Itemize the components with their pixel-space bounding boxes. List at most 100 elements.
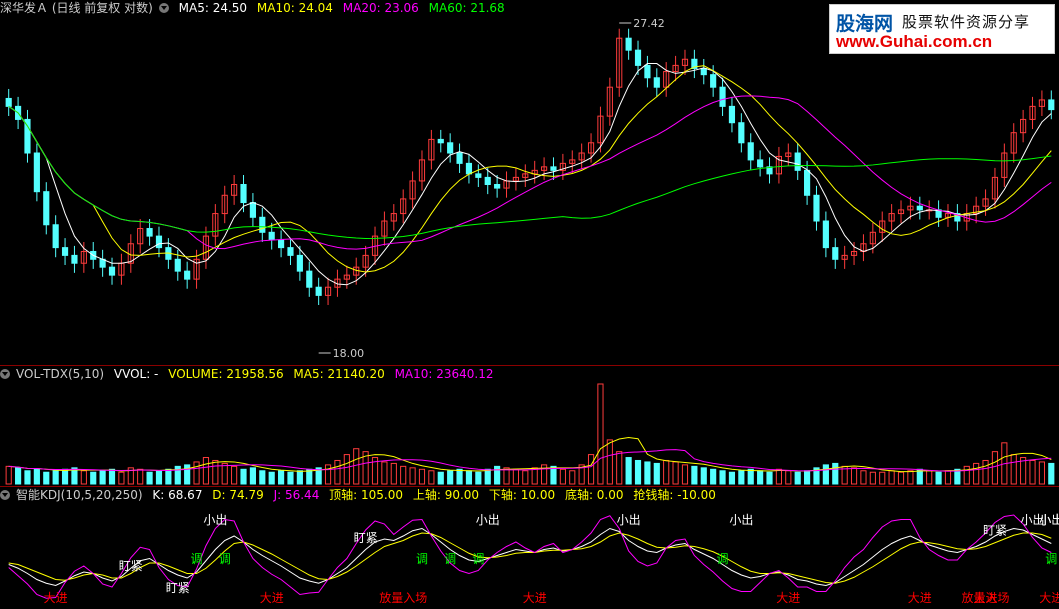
volume-bar	[804, 470, 811, 485]
volume-bar	[231, 465, 238, 485]
candlestick	[306, 270, 313, 288]
volume-bar	[24, 470, 31, 485]
volume-bar	[353, 448, 360, 485]
volume-bar	[249, 467, 256, 485]
ma5-line	[8, 63, 1052, 286]
volume-bar	[935, 471, 942, 485]
volume-bar	[278, 470, 285, 485]
kdj-signal-label: 大进	[908, 591, 932, 605]
candlestick	[747, 142, 754, 161]
volume-bar	[832, 462, 839, 485]
volume-bar	[710, 468, 717, 485]
dropdown-icon[interactable]	[0, 490, 10, 500]
volume-bar	[672, 461, 679, 485]
dropdown-icon[interactable]	[0, 369, 10, 379]
candlestick	[475, 173, 482, 178]
volume-bar	[747, 468, 754, 485]
kdj-signal-label: 盯紧	[983, 524, 1007, 538]
candlestick	[550, 166, 557, 171]
volume-bar	[531, 467, 538, 485]
kdj-signal-label: 大进	[523, 591, 547, 605]
kdj-signal-label: 调	[444, 552, 456, 566]
candlestick	[315, 286, 322, 296]
volume-bar	[888, 470, 895, 485]
vol-ma10-line	[8, 449, 1052, 472]
kdj-signal-label: 小出	[617, 513, 641, 527]
volume-bar	[494, 465, 501, 485]
price-ma10: MA10: 24.04	[256, 1, 333, 15]
volume-bar	[15, 467, 22, 485]
volume-bar	[1038, 461, 1045, 485]
candlestick	[249, 202, 256, 218]
kdj-signal-label: 调	[717, 552, 729, 566]
volume-bar	[973, 462, 980, 485]
candlestick	[465, 162, 473, 175]
volume-bar	[681, 464, 689, 485]
candlestick	[71, 254, 78, 264]
volume-bar	[559, 468, 566, 485]
volume-bar	[634, 459, 642, 485]
kdj-lower-axis: 下轴: 10.00	[488, 488, 556, 502]
volume-bar	[202, 457, 210, 485]
volume-bar	[597, 383, 604, 485]
kdj-signal-label: 盯紧	[119, 559, 143, 573]
candlestick	[43, 191, 50, 226]
kdj-signal-label: 盯紧	[166, 581, 190, 595]
kdj-upper-axis: 上轴: 90.00	[412, 488, 480, 502]
candlestick	[813, 194, 820, 222]
candlestick	[625, 37, 632, 51]
kdj-signal-label: 小出	[1039, 513, 1059, 527]
volume-bar	[268, 471, 275, 485]
watermark-url: www.Guhai.com.cn	[836, 32, 993, 51]
volume-bar	[259, 470, 266, 485]
volume-bar	[437, 471, 444, 485]
candlestick	[52, 224, 59, 249]
volume-bar	[869, 471, 876, 485]
volume-bar	[926, 470, 933, 485]
volume-bar	[324, 464, 332, 485]
candlestick	[644, 64, 651, 79]
candlestick	[278, 239, 285, 249]
dropdown-icon[interactable]	[158, 3, 169, 13]
volume-panel-header: VOL-TDX(5,10) VVOL: - VOLUME: 21958.56 M…	[0, 366, 500, 382]
volume-bar	[33, 468, 40, 485]
candlestick	[738, 122, 745, 144]
volume-bar	[390, 462, 397, 485]
volume-bar	[1048, 462, 1055, 485]
volume-bar	[512, 468, 519, 485]
candlestick	[268, 231, 275, 241]
kdj-signal-label: 调	[416, 552, 428, 566]
volume-bar	[522, 470, 529, 485]
price-ma5: MA5: 24.50	[178, 1, 248, 15]
volume-bar	[907, 470, 914, 485]
kdj-j: J: 56.44	[273, 488, 320, 502]
price-extreme-label: 27.42	[633, 17, 665, 30]
volume-bar	[879, 471, 886, 485]
kdj-panel-header: 智能KDJ(10,5,20,250) K: 68.67 D: 74.79 J: …	[0, 487, 722, 503]
candlestick	[719, 86, 726, 107]
candlestick	[634, 49, 642, 66]
candlestick	[494, 184, 501, 189]
volume-bar	[850, 467, 858, 485]
volume-bar	[118, 471, 125, 485]
ma10-line	[8, 65, 1052, 273]
vol-vvol: VVOL: -	[113, 367, 159, 381]
kdj-signal-label: 大进	[776, 591, 800, 605]
candlestick	[5, 97, 12, 107]
volume-bar	[794, 471, 801, 485]
volume-bar	[108, 468, 116, 485]
volume-bar	[428, 470, 435, 485]
volume-bar	[822, 464, 829, 485]
volume-bar	[5, 465, 12, 485]
volume-bar	[221, 462, 228, 485]
volume-bar	[991, 451, 999, 485]
candlestick	[174, 258, 181, 272]
kdj-signal-label: 盯紧	[354, 531, 378, 545]
volume-bar	[400, 465, 407, 485]
candlestick	[240, 184, 247, 204]
candlestick	[700, 67, 707, 76]
kdj-signal-label: 放量入场	[962, 590, 1010, 605]
volume-bar	[963, 465, 970, 485]
volume-bar	[616, 451, 623, 485]
kdj-signal-label: 调	[1045, 552, 1057, 566]
